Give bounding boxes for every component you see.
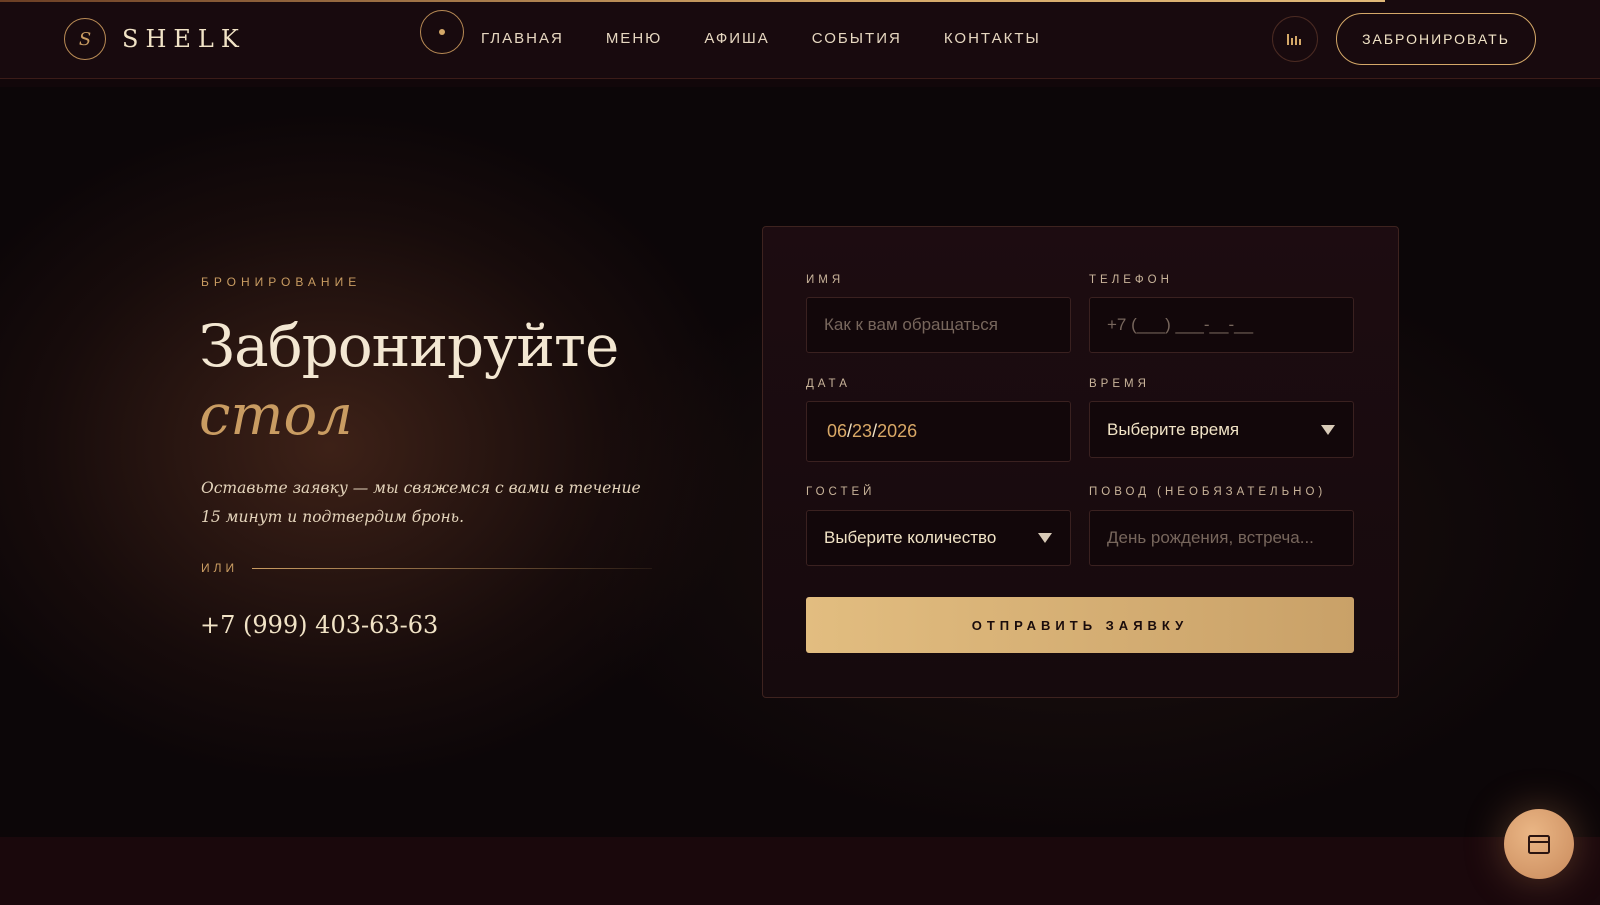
equalizer-icon [1287, 34, 1301, 45]
chevron-down-icon [1038, 533, 1052, 543]
logo[interactable]: S SHELK [64, 18, 246, 60]
scroll-progress [0, 0, 1385, 2]
main-nav: ГЛАВНАЯ МЕНЮ АФИША СОБЫТИЯ КОНТАКТЫ [481, 29, 1083, 49]
next-section [0, 837, 1600, 905]
submit-button[interactable]: ОТПРАВИТЬ ЗАЯВКУ [806, 597, 1354, 653]
date-label: ДАТА [806, 378, 851, 390]
phone-label: ТЕЛЕФОН [1089, 274, 1173, 286]
nav-item-events[interactable]: СОБЫТИЯ [812, 29, 902, 49]
or-divider: ИЛИ [201, 561, 653, 575]
nav-item-contacts[interactable]: КОНТАКТЫ [944, 29, 1041, 49]
name-input[interactable]: Как к вам обращаться [806, 297, 1071, 353]
page-title: Забронируйте [199, 312, 619, 380]
time-select[interactable]: Выберите время [1089, 401, 1354, 458]
booking-fab-button[interactable] [1504, 809, 1574, 879]
nav-item-menu[interactable]: МЕНЮ [606, 29, 663, 49]
page-title-accent: стол [199, 383, 353, 448]
chevron-down-icon [1321, 424, 1335, 435]
guests-select-value: Выберите количество [824, 528, 997, 547]
date-month: 06 [827, 421, 848, 441]
nav-dot-icon[interactable] [420, 10, 464, 54]
time-select-value: Выберите время [1107, 419, 1240, 439]
date-year: 2026 [877, 421, 918, 441]
guests-label: ГОСТЕЙ [806, 486, 876, 498]
logo-text: SHELK [122, 25, 246, 53]
section-eyebrow: БРОНИРОВАНИЕ [201, 275, 362, 289]
calendar-icon [1528, 835, 1550, 854]
guests-select[interactable]: Выберите количество [806, 510, 1071, 566]
nav-item-afisha[interactable]: АФИША [704, 29, 769, 49]
name-label: ИМЯ [806, 274, 845, 286]
phone-input[interactable]: +7 (___) ___-__-__ [1089, 297, 1354, 353]
occasion-label: ПОВОД (НЕОБЯЗАТЕЛЬНО) [1089, 486, 1327, 498]
date-input[interactable]: 06/23/2026 [806, 401, 1071, 462]
occasion-input[interactable]: День рождения, встреча... [1089, 510, 1354, 566]
or-label: ИЛИ [201, 561, 239, 575]
time-label: ВРЕМЯ [1089, 378, 1150, 390]
lead-text: Оставьте заявку — мы свяжемся с вами в т… [201, 479, 641, 526]
logo-mark: S [64, 18, 106, 60]
contact-phone-link[interactable]: +7 (999) 403-63-63 [200, 611, 438, 639]
header-book-button[interactable]: ЗАБРОНИРОВАТЬ [1336, 13, 1536, 65]
date-day: 23 [852, 421, 873, 441]
sound-toggle-button[interactable] [1272, 16, 1318, 62]
nav-item-home[interactable]: ГЛАВНАЯ [481, 29, 564, 49]
site-header: S SHELK ГЛАВНАЯ МЕНЮ АФИША СОБЫТИЯ КОНТА… [0, 0, 1600, 79]
